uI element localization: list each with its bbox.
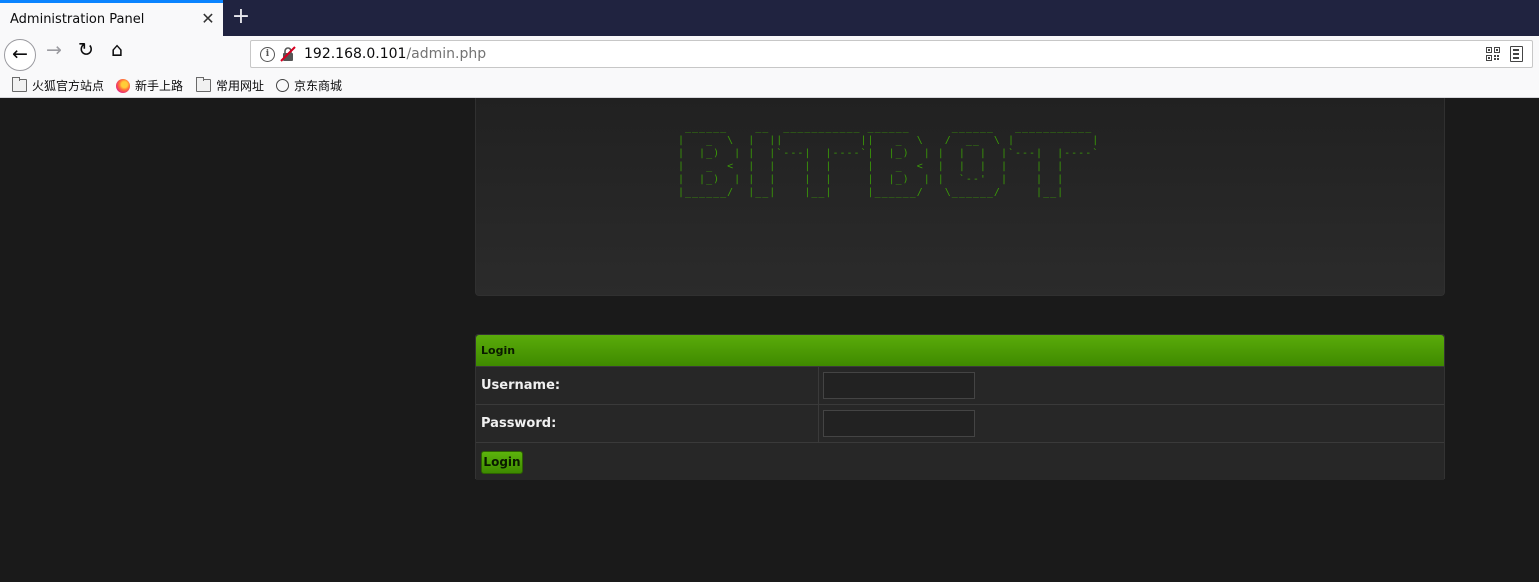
reader-view-icon[interactable] (1510, 46, 1523, 62)
bookmark-item[interactable]: 新手上路 (116, 77, 183, 95)
tab-title: Administration Panel (10, 12, 145, 27)
url-path: /admin.php (406, 46, 487, 62)
password-label: Password: (481, 416, 557, 431)
url-text[interactable]: 192.168.0.101/admin.php (304, 46, 486, 62)
home-icon[interactable]: ⌂ (101, 39, 133, 71)
username-row: Username: (476, 366, 1444, 405)
navigation-toolbar: ← → ↻ ⌂ i 192.168.0.101/admin.php (0, 36, 1539, 74)
bookmark-label: 新手上路 (135, 79, 184, 93)
login-panel: Login Username: Password: Login (475, 334, 1445, 480)
password-field[interactable] (823, 410, 975, 437)
firefox-icon (116, 78, 130, 93)
bookmark-label: 常用网址 (216, 79, 265, 93)
login-button[interactable]: Login (481, 451, 523, 474)
page-content: ______ __ ___________ ______ ______ ____… (0, 98, 1539, 582)
login-title: Login (481, 344, 516, 357)
reload-icon[interactable]: ↻ (70, 39, 102, 71)
address-bar[interactable]: i 192.168.0.101/admin.php (250, 40, 1533, 68)
bookmarks-toolbar: 火狐官方站点 新手上路 常用网址 京东商城 (0, 74, 1539, 98)
folder-icon (12, 77, 27, 92)
tab-strip: Administration Panel ✕ + (0, 0, 1539, 36)
username-field[interactable] (823, 372, 975, 399)
column-divider (818, 367, 819, 405)
password-row: Password: (476, 404, 1444, 443)
insecure-connection-icon[interactable] (280, 46, 296, 62)
submit-row: Login (476, 442, 1444, 480)
bookmark-label: 火狐官方站点 (32, 79, 105, 93)
close-tab-icon[interactable]: ✕ (198, 9, 218, 29)
back-icon[interactable]: ← (4, 39, 36, 71)
bookmark-item[interactable]: 火狐官方站点 (12, 77, 104, 95)
forward-icon[interactable]: → (38, 39, 70, 71)
tab-administration-panel[interactable]: Administration Panel ✕ (0, 0, 223, 36)
bookmark-item[interactable]: 常用网址 (196, 77, 264, 95)
bookmark-item[interactable]: 京东商城 (276, 77, 342, 95)
bitbot-ascii-logo: ______ __ ___________ ______ ______ ____… (678, 122, 1100, 198)
login-header: Login (476, 335, 1444, 367)
bookmark-label: 京东商城 (294, 79, 343, 93)
folder-icon (196, 77, 211, 92)
globe-icon (276, 79, 289, 92)
url-host: 192.168.0.101 (304, 46, 407, 62)
header-banner: ______ __ ___________ ______ ______ ____… (475, 98, 1445, 296)
new-tab-icon[interactable]: + (230, 5, 252, 29)
column-divider (818, 405, 819, 443)
info-icon[interactable]: i (260, 47, 275, 62)
qr-code-icon[interactable] (1486, 47, 1500, 61)
username-label: Username: (481, 378, 561, 393)
